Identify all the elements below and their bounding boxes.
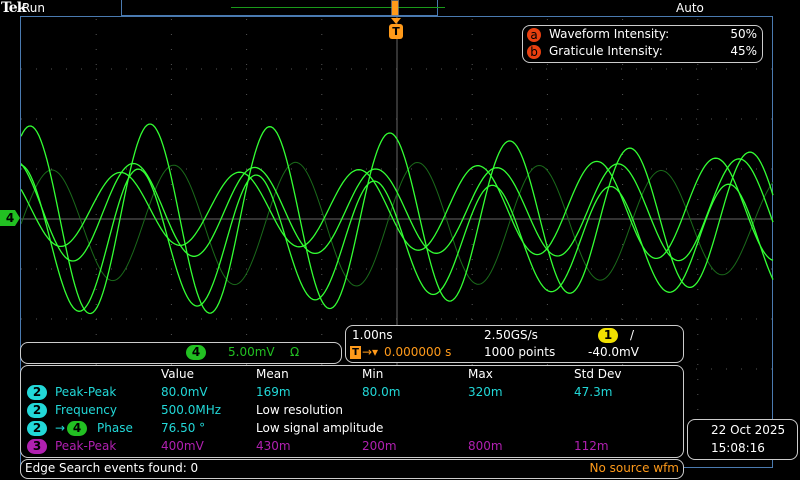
measurement-panel[interactable]: Value Mean Min Max Std Dev 2 Peak-Peak 8… [20,365,684,458]
channel-badge: 3 [27,439,47,454]
measurement-header: Value Mean Min Max Std Dev [27,367,677,384]
graticule-intensity-label: Graticule Intensity: [549,44,663,58]
measurement-name: Frequency [55,403,117,417]
channel-4-badge: 4 [186,345,206,360]
waveform-intensity-value[interactable]: 50% [730,27,757,41]
measurement-row[interactable]: 2 Frequency 500.0MHz Low resolution [27,403,677,420]
value: 76.50 ° [161,421,206,435]
trigger-marker-icon [392,1,398,15]
trigger-icon: T [350,346,361,359]
trigger-channel-badge: 1 [598,328,618,343]
date: 22 Oct 2025 [711,423,786,437]
measurement-note: Low resolution [256,403,344,417]
time: 15:08:16 [711,441,765,455]
channel-badge-2: 4 [67,421,87,436]
measurement-note: Low signal amplitude [256,421,384,435]
acquisition-status[interactable]: Run [22,1,45,15]
measurement-row[interactable]: 2 Peak-Peak 80.0mV 169m 80.0m 320m 47.3m [27,385,677,402]
header-std-dev: Std Dev [574,367,622,381]
measurement-name: Peak-Peak [55,385,117,399]
channel-badge: 2 [27,421,47,436]
arrow-icon: → [55,421,66,435]
record-overview[interactable] [121,0,445,16]
channel-4-ground-marker[interactable]: 4 [0,210,20,226]
search-source: No source wfm [589,461,679,475]
max: 320m [468,385,503,399]
graticule-intensity-value[interactable]: 45% [730,44,757,58]
std-dev: 112m [574,439,609,453]
channel-badge: 2 [27,403,47,418]
datetime-panel[interactable]: 22 Oct 2025 15:08:16 [687,419,798,460]
measurement-name: Peak-Peak [55,439,117,453]
badge-a: a [527,28,541,42]
badge-b: b [527,45,541,59]
trigger-level: -40.0mV [588,345,639,359]
header-max: Max [468,367,493,381]
value: 500.0MHz [161,403,222,417]
trigger-slope-icon: / [630,328,635,342]
header-value: Value [161,367,194,381]
search-status-bar[interactable]: Edge Search events found: 0 No source wf… [20,459,684,479]
value: 400mV [161,439,204,453]
measurement-row[interactable]: 2 → 4 Phase 76.50 ° Low signal amplitude [27,421,677,438]
timebase-readout[interactable]: 1.00ns 2.50GS/s 1 / T →▾ 0.000000 s 1000… [345,325,684,363]
mean: 430m [256,439,291,453]
min: 200m [362,439,397,453]
trigger-position: 0.000000 s [384,345,452,359]
mean: 169m [256,385,291,399]
std-dev: 47.3m [574,385,613,399]
trigger-arrow-icon: →▾ [362,345,379,359]
sample-rate: 2.50GS/s [484,328,538,342]
search-status: Edge Search events found: 0 [25,461,199,475]
max: 800m [468,439,503,453]
record-length: 1000 points [484,345,556,359]
trigger-mode[interactable]: Auto [676,1,704,15]
intensity-panel: a Waveform Intensity: 50% b Graticule In… [522,25,763,63]
channel-4-coupling: Ω [290,345,300,359]
channel-4-readout[interactable]: 4 5.00mV Ω [20,342,342,364]
record-line [231,7,445,8]
measurement-name: Phase [97,421,133,435]
channel-badge: 2 [27,385,47,400]
channel-4-scale: 5.00mV [228,345,275,359]
measurement-row[interactable]: 3 Peak-Peak 400mV 430m 200m 800m 112m [27,439,677,456]
header-mean: Mean [256,367,289,381]
value: 80.0mV [161,385,208,399]
header-min: Min [362,367,384,381]
horizontal-scale: 1.00ns [352,328,393,342]
trigger-position-icon[interactable]: T [389,24,403,39]
waveform-intensity-label: Waveform Intensity: [549,27,670,41]
min: 80.0m [362,385,401,399]
